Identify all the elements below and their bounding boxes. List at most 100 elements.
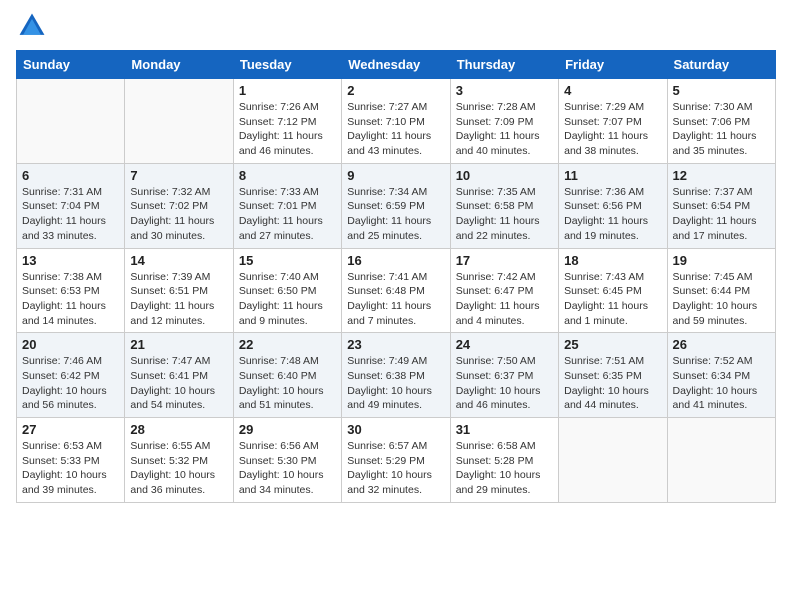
calendar-cell: 28 Sunrise: 6:55 AM Sunset: 5:32 PM Dayli… — [125, 418, 233, 503]
day-number: 19 — [673, 253, 770, 268]
page: SundayMondayTuesdayWednesdayThursdayFrid… — [0, 0, 792, 612]
day-info: Sunrise: 7:27 AM Sunset: 7:10 PM Dayligh… — [347, 100, 444, 159]
calendar-cell: 20 Sunrise: 7:46 AM Sunset: 6:42 PM Dayli… — [17, 333, 125, 418]
day-info: Sunrise: 7:32 AM Sunset: 7:02 PM Dayligh… — [130, 185, 227, 244]
day-info: Sunrise: 7:26 AM Sunset: 7:12 PM Dayligh… — [239, 100, 336, 159]
calendar-cell: 6Sunrise: 7:31 AM Sunset: 7:04 PM Daylig… — [17, 163, 125, 248]
calendar-cell: 9 Sunrise: 7:34 AM Sunset: 6:59 PM Daylig… — [342, 163, 450, 248]
calendar-cell: 31Sunrise: 6:58 AM Sunset: 5:28 PM Dayli… — [450, 418, 558, 503]
calendar-cell: 7 Sunrise: 7:32 AM Sunset: 7:02 PM Daylig… — [125, 163, 233, 248]
day-info: Sunrise: 7:34 AM Sunset: 6:59 PM Dayligh… — [347, 185, 444, 244]
day-info: Sunrise: 7:33 AM Sunset: 7:01 PM Dayligh… — [239, 185, 336, 244]
day-number: 28 — [130, 422, 227, 437]
day-number: 21 — [130, 337, 227, 352]
calendar-cell — [125, 79, 233, 164]
day-info: Sunrise: 6:57 AM Sunset: 5:29 PM Dayligh… — [347, 439, 444, 498]
day-info: Sunrise: 7:28 AM Sunset: 7:09 PM Dayligh… — [456, 100, 553, 159]
day-info: Sunrise: 7:38 AM Sunset: 6:53 PM Dayligh… — [22, 270, 119, 329]
day-info: Sunrise: 7:52 AM Sunset: 6:34 PM Dayligh… — [673, 354, 770, 413]
calendar-cell: 16Sunrise: 7:41 AM Sunset: 6:48 PM Dayli… — [342, 248, 450, 333]
calendar-cell: 13 Sunrise: 7:38 AM Sunset: 6:53 PM Dayli… — [17, 248, 125, 333]
day-number: 11 — [564, 168, 661, 183]
day-number: 23 — [347, 337, 444, 352]
calendar-cell: 17 Sunrise: 7:42 AM Sunset: 6:47 PM Dayli… — [450, 248, 558, 333]
calendar-cell: 12 Sunrise: 7:37 AM Sunset: 6:54 PM Dayli… — [667, 163, 775, 248]
day-info: Sunrise: 6:58 AM Sunset: 5:28 PM Dayligh… — [456, 439, 553, 498]
calendar-cell: 26 Sunrise: 7:52 AM Sunset: 6:34 PM Dayli… — [667, 333, 775, 418]
calendar-cell: 10 Sunrise: 7:35 AM Sunset: 6:58 PM Dayli… — [450, 163, 558, 248]
calendar-cell: 23 Sunrise: 7:49 AM Sunset: 6:38 PM Dayli… — [342, 333, 450, 418]
day-number: 22 — [239, 337, 336, 352]
day-info: Sunrise: 7:41 AM Sunset: 6:48 PM Dayligh… — [347, 270, 444, 329]
calendar-week-row: 13 Sunrise: 7:38 AM Sunset: 6:53 PM Dayli… — [17, 248, 776, 333]
calendar-cell: 30 Sunrise: 6:57 AM Sunset: 5:29 PM Dayli… — [342, 418, 450, 503]
calendar-cell: 27Sunrise: 6:53 AM Sunset: 5:33 PM Dayli… — [17, 418, 125, 503]
day-number: 17 — [456, 253, 553, 268]
day-info: Sunrise: 7:51 AM Sunset: 6:35 PM Dayligh… — [564, 354, 661, 413]
weekday-header-monday: Monday — [125, 51, 233, 79]
day-info: Sunrise: 7:42 AM Sunset: 6:47 PM Dayligh… — [456, 270, 553, 329]
day-number: 20 — [22, 337, 119, 352]
calendar-cell — [667, 418, 775, 503]
calendar-cell: 11 Sunrise: 7:36 AM Sunset: 6:56 PM Dayli… — [559, 163, 667, 248]
calendar-cell: 25 Sunrise: 7:51 AM Sunset: 6:35 PM Dayli… — [559, 333, 667, 418]
day-number: 10 — [456, 168, 553, 183]
day-number: 30 — [347, 422, 444, 437]
day-number: 3 — [456, 83, 553, 98]
weekday-header-tuesday: Tuesday — [233, 51, 341, 79]
calendar-cell: 19 Sunrise: 7:45 AM Sunset: 6:44 PM Dayli… — [667, 248, 775, 333]
day-info: Sunrise: 7:50 AM Sunset: 6:37 PM Dayligh… — [456, 354, 553, 413]
day-info: Sunrise: 7:46 AM Sunset: 6:42 PM Dayligh… — [22, 354, 119, 413]
calendar-cell: 18 Sunrise: 7:43 AM Sunset: 6:45 PM Dayli… — [559, 248, 667, 333]
day-number: 26 — [673, 337, 770, 352]
calendar-week-row: 27Sunrise: 6:53 AM Sunset: 5:33 PM Dayli… — [17, 418, 776, 503]
day-number: 2 — [347, 83, 444, 98]
calendar-week-row: 20 Sunrise: 7:46 AM Sunset: 6:42 PM Dayli… — [17, 333, 776, 418]
day-number: 7 — [130, 168, 227, 183]
calendar-week-row: 6Sunrise: 7:31 AM Sunset: 7:04 PM Daylig… — [17, 163, 776, 248]
day-info: Sunrise: 7:49 AM Sunset: 6:38 PM Dayligh… — [347, 354, 444, 413]
day-info: Sunrise: 6:55 AM Sunset: 5:32 PM Dayligh… — [130, 439, 227, 498]
calendar-cell: 3 Sunrise: 7:28 AM Sunset: 7:09 PM Daylig… — [450, 79, 558, 164]
day-info: Sunrise: 7:36 AM Sunset: 6:56 PM Dayligh… — [564, 185, 661, 244]
day-number: 8 — [239, 168, 336, 183]
day-info: Sunrise: 7:37 AM Sunset: 6:54 PM Dayligh… — [673, 185, 770, 244]
day-number: 24 — [456, 337, 553, 352]
calendar-cell: 15 Sunrise: 7:40 AM Sunset: 6:50 PM Dayli… — [233, 248, 341, 333]
calendar-cell: 1 Sunrise: 7:26 AM Sunset: 7:12 PM Daylig… — [233, 79, 341, 164]
day-number: 12 — [673, 168, 770, 183]
day-info: Sunrise: 7:35 AM Sunset: 6:58 PM Dayligh… — [456, 185, 553, 244]
day-info: Sunrise: 7:45 AM Sunset: 6:44 PM Dayligh… — [673, 270, 770, 329]
calendar-cell — [17, 79, 125, 164]
calendar-cell — [559, 418, 667, 503]
day-number: 9 — [347, 168, 444, 183]
calendar-cell: 22 Sunrise: 7:48 AM Sunset: 6:40 PM Dayli… — [233, 333, 341, 418]
day-number: 18 — [564, 253, 661, 268]
day-info: Sunrise: 7:39 AM Sunset: 6:51 PM Dayligh… — [130, 270, 227, 329]
calendar-week-row: 1 Sunrise: 7:26 AM Sunset: 7:12 PM Daylig… — [17, 79, 776, 164]
day-info: Sunrise: 7:43 AM Sunset: 6:45 PM Dayligh… — [564, 270, 661, 329]
day-number: 15 — [239, 253, 336, 268]
day-number: 25 — [564, 337, 661, 352]
day-number: 5 — [673, 83, 770, 98]
calendar-cell: 24 Sunrise: 7:50 AM Sunset: 6:37 PM Dayli… — [450, 333, 558, 418]
day-info: Sunrise: 7:48 AM Sunset: 6:40 PM Dayligh… — [239, 354, 336, 413]
day-number: 13 — [22, 253, 119, 268]
day-number: 4 — [564, 83, 661, 98]
calendar-cell: 4Sunrise: 7:29 AM Sunset: 7:07 PM Daylig… — [559, 79, 667, 164]
weekday-header-row: SundayMondayTuesdayWednesdayThursdayFrid… — [17, 51, 776, 79]
day-info: Sunrise: 7:47 AM Sunset: 6:41 PM Dayligh… — [130, 354, 227, 413]
day-number: 29 — [239, 422, 336, 437]
day-info: Sunrise: 6:53 AM Sunset: 5:33 PM Dayligh… — [22, 439, 119, 498]
day-info: Sunrise: 6:56 AM Sunset: 5:30 PM Dayligh… — [239, 439, 336, 498]
header — [16, 10, 776, 42]
calendar-cell: 29 Sunrise: 6:56 AM Sunset: 5:30 PM Dayli… — [233, 418, 341, 503]
calendar-table: SundayMondayTuesdayWednesdayThursdayFrid… — [16, 50, 776, 503]
day-info: Sunrise: 7:40 AM Sunset: 6:50 PM Dayligh… — [239, 270, 336, 329]
day-number: 1 — [239, 83, 336, 98]
calendar-cell: 5Sunrise: 7:30 AM Sunset: 7:06 PM Daylig… — [667, 79, 775, 164]
weekday-header-sunday: Sunday — [17, 51, 125, 79]
calendar-cell: 2 Sunrise: 7:27 AM Sunset: 7:10 PM Daylig… — [342, 79, 450, 164]
day-number: 6 — [22, 168, 119, 183]
calendar-cell: 8 Sunrise: 7:33 AM Sunset: 7:01 PM Daylig… — [233, 163, 341, 248]
